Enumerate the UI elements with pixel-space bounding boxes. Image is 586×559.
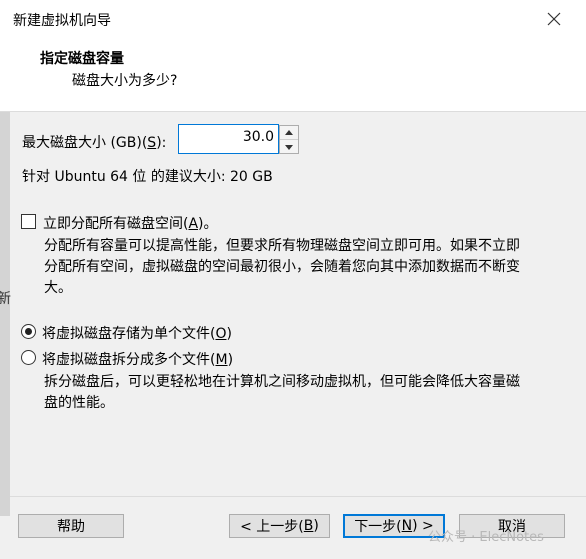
- spin-up-button[interactable]: [280, 126, 298, 140]
- multiple-files-label-prefix: 将虚拟磁盘拆分成多个文件(: [42, 352, 216, 368]
- window-title: 新建虚拟机向导: [13, 13, 111, 29]
- single-file-label-mnemonic: O: [215, 326, 227, 342]
- multiple-files-radio[interactable]: [21, 350, 36, 365]
- disk-size-spinner: [279, 125, 299, 154]
- page-title: 指定磁盘容量: [40, 51, 124, 67]
- close-icon: [547, 12, 561, 26]
- close-button[interactable]: [540, 5, 568, 33]
- triangle-down-icon: [285, 144, 293, 150]
- background-window-edge: 新: [0, 112, 11, 516]
- next-label-prefix: 下一步(: [354, 519, 402, 535]
- footer-divider: [10, 496, 586, 497]
- back-label-mnemonic: B: [303, 518, 314, 534]
- back-button[interactable]: < 上一步(B): [229, 514, 330, 538]
- single-file-radio[interactable]: [21, 324, 36, 339]
- allocate-label-mnemonic: A: [188, 216, 199, 232]
- disk-size-label: 最大磁盘大小 (GB)(S):: [22, 132, 166, 152]
- allocate-desc-line1: 分配所有容量可以提高性能，但要求所有物理磁盘空间立即可用。如果不立即: [44, 238, 520, 254]
- background-window-glyph: 新: [0, 291, 11, 307]
- multiple-files-label-suffix: ): [227, 352, 234, 368]
- recommended-size-text: 针对 Ubuntu 64 位 的建议大小: 20 GB: [22, 169, 273, 185]
- page-subtitle: 磁盘大小为多少?: [72, 73, 178, 89]
- disk-size-label-suffix: ):: [156, 135, 167, 151]
- single-file-label-suffix: ): [226, 326, 232, 342]
- single-file-label[interactable]: 将虚拟磁盘存储为单个文件(O): [42, 323, 232, 343]
- allocate-all-checkbox[interactable]: [21, 214, 36, 229]
- multiple-files-label[interactable]: 将虚拟磁盘拆分成多个文件(M): [42, 349, 233, 369]
- allocate-label-suffix: )。: [198, 216, 218, 232]
- multiple-files-description: 拆分磁盘后，可以更轻松地在计算机之间移动虚拟机，但可能会降低大容量磁 盘的性能。: [44, 372, 520, 414]
- multiple-desc-line1: 拆分磁盘后，可以更轻松地在计算机之间移动虚拟机，但可能会降低大容量磁: [44, 374, 520, 390]
- allocate-label-prefix: 立即分配所有磁盘空间(: [43, 216, 189, 232]
- allocate-desc-line3: 大。: [44, 280, 72, 296]
- allocate-desc-line2: 分配所有空间，虚拟磁盘的空间最初很小，会随着您向其中添加数据而不断变: [44, 259, 520, 275]
- allocate-description: 分配所有容量可以提高性能，但要求所有物理磁盘空间立即可用。如果不立即 分配所有空…: [44, 236, 520, 299]
- multiple-desc-line2: 盘的性能。: [44, 395, 114, 411]
- back-label-suffix: ): [313, 518, 319, 534]
- watermark-text: 公众号 · ElecNotes: [428, 530, 544, 545]
- next-label-mnemonic: N: [401, 518, 413, 534]
- triangle-up-icon: [285, 130, 293, 135]
- spin-down-button[interactable]: [280, 140, 298, 154]
- wizard-header: 指定磁盘容量 磁盘大小为多少?: [0, 38, 586, 112]
- disk-size-input[interactable]: 30.0: [178, 124, 279, 154]
- allocate-all-label[interactable]: 立即分配所有磁盘空间(A)。: [43, 213, 218, 233]
- single-file-label-prefix: 将虚拟磁盘存储为单个文件(: [42, 326, 216, 342]
- title-bar: 新建虚拟机向导: [0, 0, 586, 38]
- disk-size-label-mnemonic: S: [147, 135, 157, 151]
- disk-size-label-prefix: 最大磁盘大小 (GB)(: [22, 135, 148, 151]
- multiple-files-label-mnemonic: M: [215, 352, 228, 368]
- back-label-prefix: < 上一步(: [240, 519, 304, 535]
- help-button[interactable]: 帮助: [18, 514, 124, 538]
